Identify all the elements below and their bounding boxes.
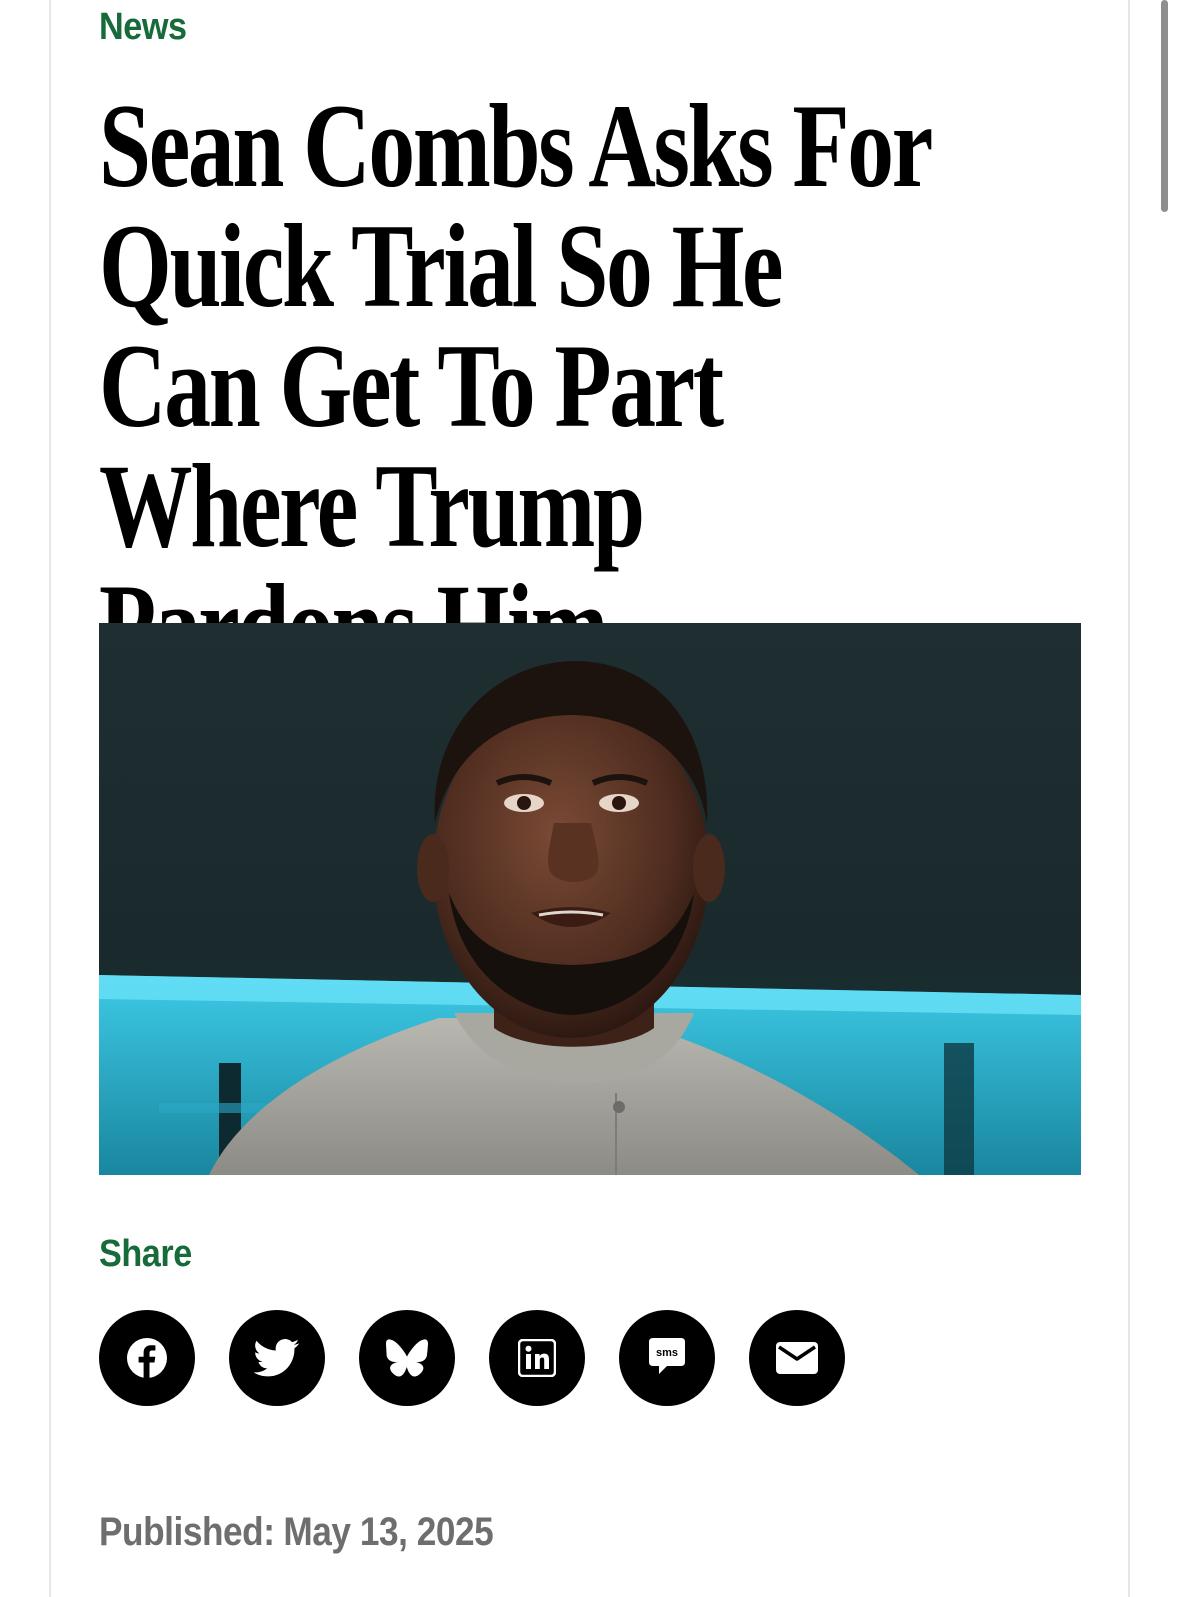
svg-text:sms: sms [656, 1347, 678, 1359]
hero-image [99, 623, 1081, 1175]
page-border-left [49, 0, 51, 1597]
share-twitter-button[interactable] [229, 1310, 325, 1406]
article-headline: Sean Combs Asks For Quick Trial So He Ca… [99, 79, 932, 686]
sms-icon: sms [649, 1338, 685, 1374]
bluesky-icon [386, 1339, 428, 1377]
email-icon [776, 1342, 818, 1374]
share-sms-button[interactable]: sms [619, 1310, 715, 1406]
share-email-button[interactable] [749, 1310, 845, 1406]
share-buttons: sms [99, 1310, 899, 1406]
page-border-right [1128, 0, 1130, 1597]
scrollbar-thumb[interactable] [1161, 0, 1168, 212]
share-facebook-button[interactable] [99, 1310, 195, 1406]
share-label: Share [99, 1233, 192, 1275]
article-page: News Sean Combs Asks For Quick Trial So … [0, 0, 1179, 1597]
published-date: May 13, 2025 [283, 1510, 494, 1554]
category-link[interactable]: News [99, 6, 187, 49]
linkedin-icon [518, 1339, 556, 1377]
facebook-icon [127, 1338, 167, 1378]
published-label: Published: [99, 1510, 275, 1554]
share-linkedin-button[interactable] [489, 1310, 585, 1406]
twitter-icon [254, 1339, 300, 1377]
share-bluesky-button[interactable] [359, 1310, 455, 1406]
published-meta: Published: May 13, 2025 [99, 1510, 494, 1555]
